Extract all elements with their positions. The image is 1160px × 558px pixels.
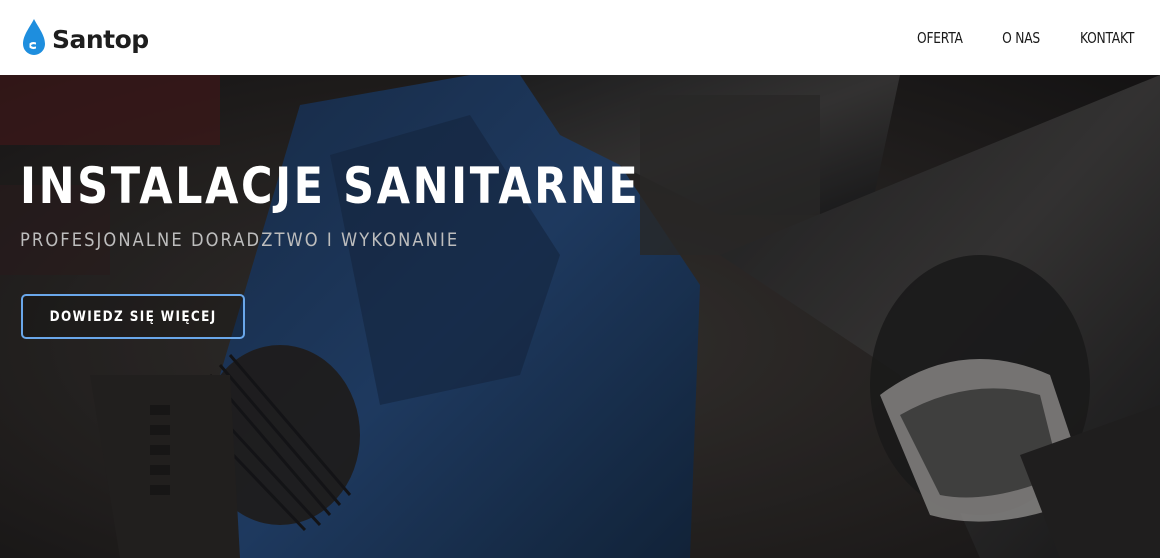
logo[interactable]: Santop bbox=[20, 17, 149, 59]
hero-subtitle: PROFESJONALNE DORADZTWO I WYKONANIE bbox=[20, 229, 460, 251]
nav-item-kontakt[interactable]: KONTAKT bbox=[1080, 29, 1134, 47]
nav-item-oferta[interactable]: OFERTA bbox=[917, 29, 963, 47]
hero-title: INSTALACJE SANITARNE bbox=[20, 157, 641, 215]
logo-text: Santop bbox=[52, 25, 149, 54]
hero-section: INSTALACJE SANITARNE PROFESJONALNE DORAD… bbox=[0, 75, 1160, 558]
learn-more-button-label: DOWIEDZ SIĘ WIĘCEJ bbox=[49, 308, 217, 325]
nav-item-o-nas[interactable]: O NAS bbox=[1002, 29, 1040, 47]
main-nav: OFERTA O NAS KONTAKT bbox=[912, 29, 1140, 47]
water-drop-icon bbox=[23, 18, 45, 55]
learn-more-button[interactable]: DOWIEDZ SIĘ WIĘCEJ bbox=[21, 294, 245, 339]
site-header: Santop OFERTA O NAS KONTAKT bbox=[0, 0, 1160, 75]
